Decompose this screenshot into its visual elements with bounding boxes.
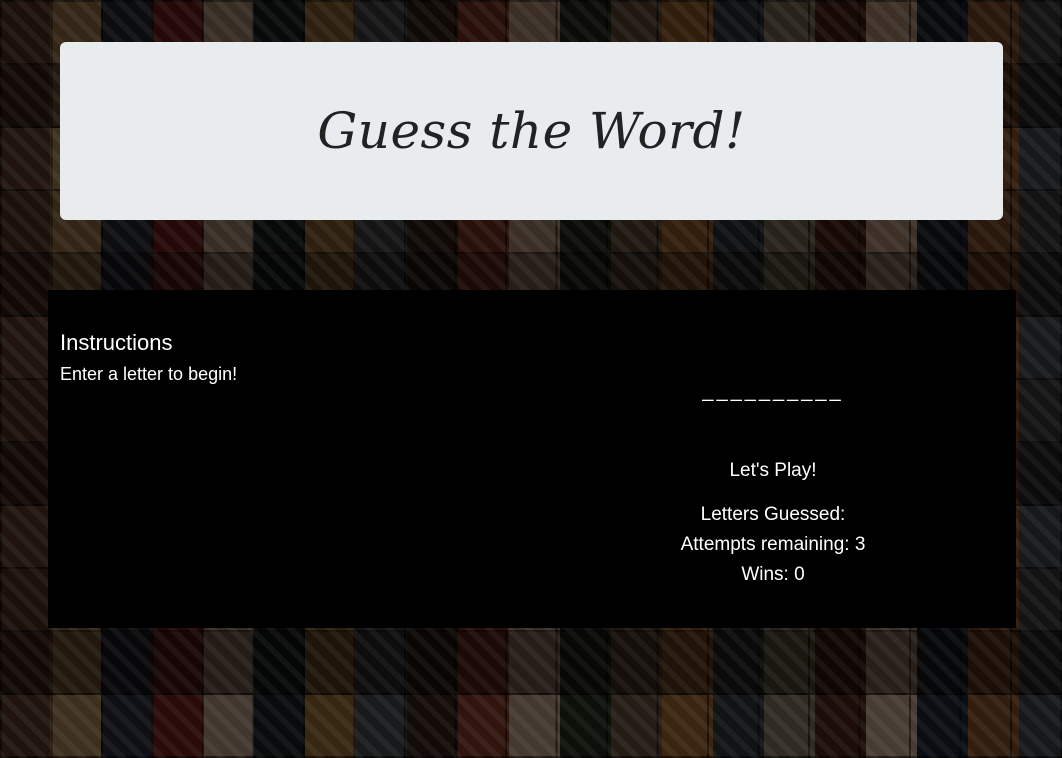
instructions-heading: Instructions	[60, 330, 173, 355]
attempts-remaining: Attempts remaining: 3	[680, 534, 866, 555]
game-panel: Instructions Enter a letter to begin! __…	[48, 290, 1016, 628]
instructions-text: Enter a letter to begin!	[60, 364, 238, 384]
word-blanks: __________	[702, 380, 844, 402]
page-title: Guess the Word!	[317, 102, 746, 160]
letters-guessed: Letters Guessed:	[700, 504, 846, 525]
game-status-column: __________ Let's Play! Letters Guessed: …	[648, 380, 898, 590]
wins-count: Wins: 0	[741, 564, 805, 585]
instructions-section: Instructions Enter a letter to begin!	[60, 330, 237, 385]
title-card: Guess the Word!	[60, 42, 1003, 220]
game-status-message: Let's Play!	[729, 460, 817, 481]
